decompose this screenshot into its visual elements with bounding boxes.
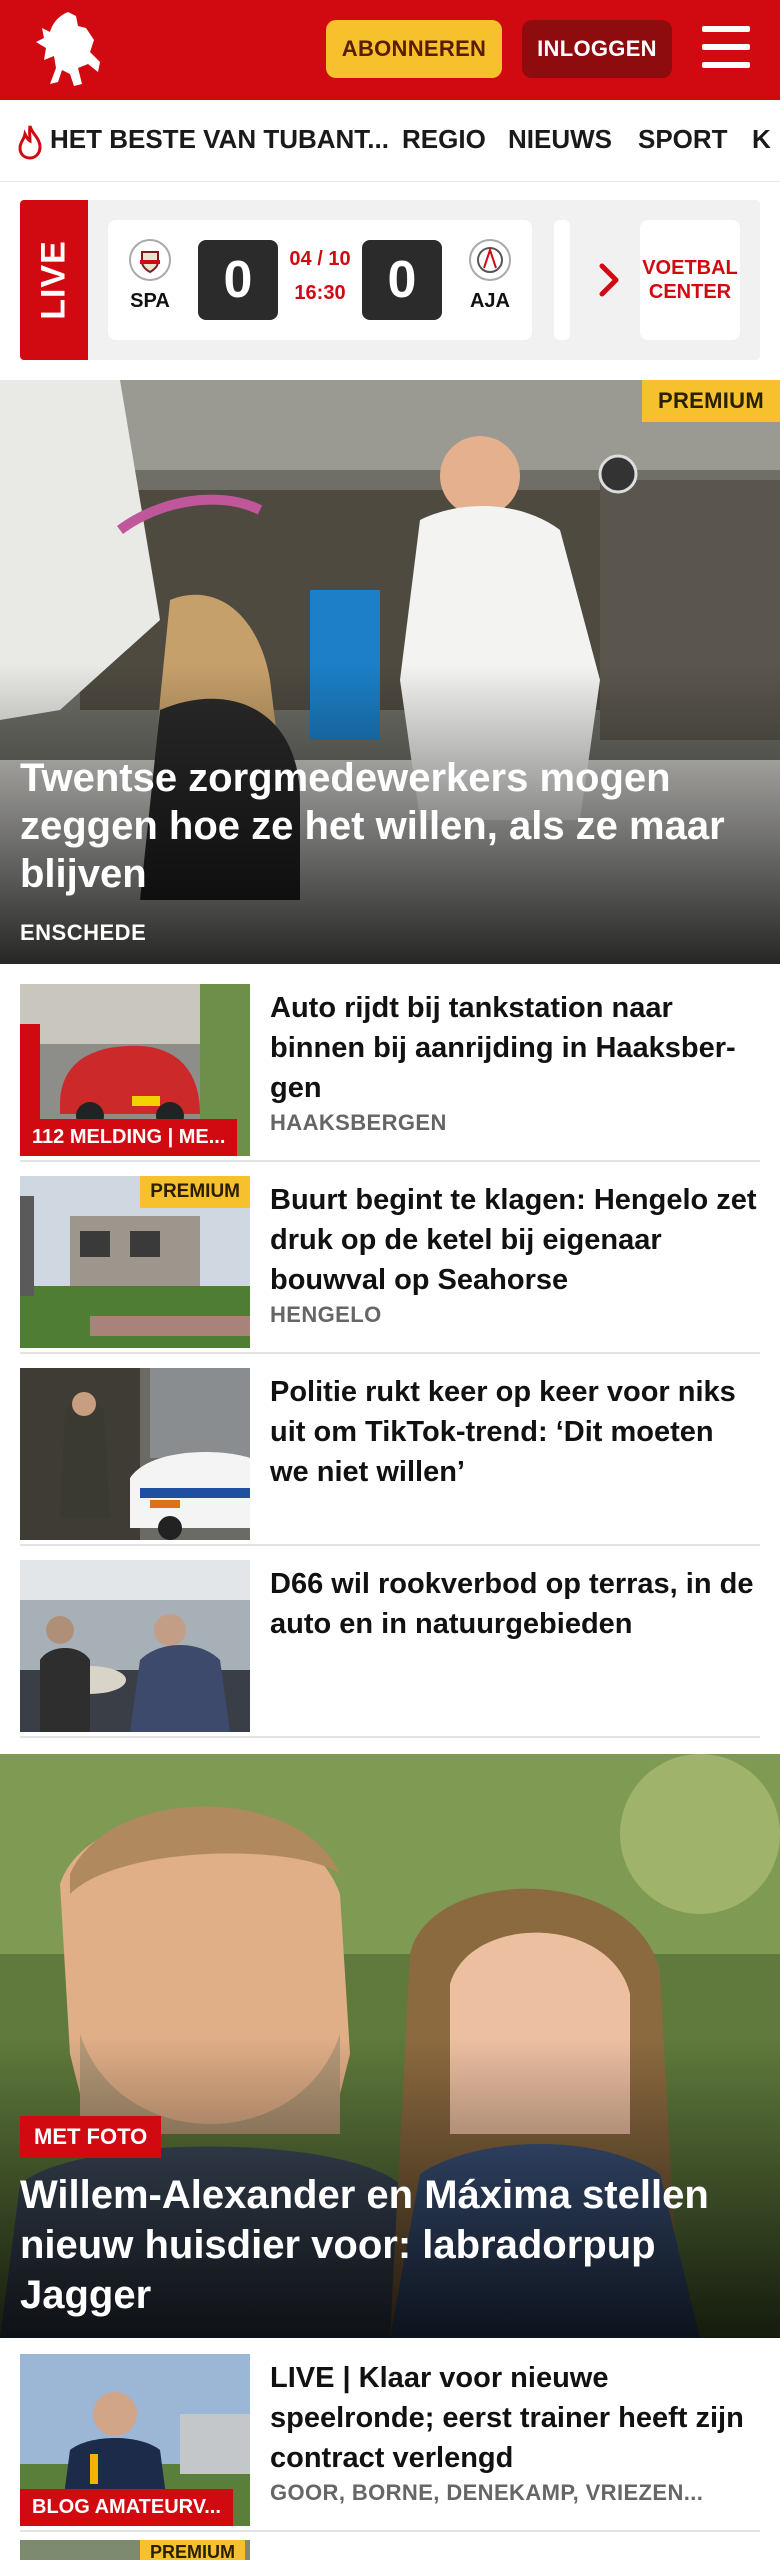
match-date: 04 / 10 (289, 248, 351, 270)
voetbal-center-link[interactable]: VOETBAL CENTER (640, 220, 740, 340)
hero-location: ENSCHEDE (20, 920, 147, 945)
category-label: 112 MELDING | ME... (20, 1119, 238, 1156)
club-badge-icon (468, 238, 512, 282)
article-thumbnail (20, 1560, 250, 1732)
nav-item-more[interactable]: K (752, 124, 771, 155)
away-score: 0 (362, 240, 442, 320)
article-thumbnail (20, 1368, 250, 1540)
nav-item-best-of[interactable]: HET BESTE VAN TUBANT... (50, 124, 389, 155)
photo-feature-article[interactable]: MET FOTO Willem-Alexander en Máxima stel… (0, 1754, 780, 2338)
article-title[interactable]: Auto rijdt bij tankstation naar binnen b… (270, 988, 760, 1108)
article-title[interactable]: Buurt begint te klagen: Hengelo zet druk… (270, 1180, 760, 1300)
premium-badge: PREMIUM (140, 2540, 245, 2560)
nav-item-regio[interactable]: REGIO (402, 124, 486, 155)
chevron-right-icon[interactable] (590, 250, 630, 310)
live-scores-bar: LIVE SPA 0 04 / 10 16:30 0 AJA VOETBAL CE… (20, 200, 760, 360)
article-title[interactable]: Politie rukt keer op keer voor niks uit … (270, 1372, 760, 1492)
tubantia-horse-logo[interactable] (28, 8, 108, 92)
category-label: BLOG AMATEURV... (20, 2489, 233, 2526)
match-card[interactable]: SPA 0 04 / 10 16:30 0 AJA (108, 220, 532, 340)
home-club-name: SPA (130, 290, 170, 312)
nav-item-nieuws[interactable]: NIEUWS (508, 124, 612, 155)
flame-icon (18, 125, 42, 160)
article-title[interactable]: LIVE | Klaar voor nieuwe speelronde; eer… (270, 2358, 760, 2478)
feature-title[interactable]: Willem-Alexander en Máxima stellen nieuw… (20, 2170, 760, 2320)
home-club: SPA (120, 238, 180, 313)
article-location: HAAKSBERGEN (270, 1110, 447, 1135)
article-location: HENGELO (270, 1302, 382, 1327)
section-nav: HET BESTE VAN TUBANT... REGIO NIEUWS SPO… (0, 100, 780, 182)
premium-badge: PREMIUM (642, 380, 780, 422)
article-item[interactable]: PREMIUM Buurt begint te klagen: Hengelo … (20, 1176, 760, 1354)
article-thumbnail: BLOG AMATEURV... (20, 2354, 250, 2526)
match-time: 16:30 (294, 282, 346, 304)
login-button[interactable]: INLOGGEN (522, 20, 672, 78)
premium-badge: PREMIUM (140, 1176, 250, 1208)
article-thumbnail: 112 MELDING | ME... (20, 984, 250, 1156)
home-score: 0 (198, 240, 278, 320)
hamburger-menu-icon[interactable] (698, 24, 754, 76)
article-item[interactable]: BLOG AMATEURV... LIVE | Klaar voor nieuw… (20, 2354, 760, 2532)
away-club: AJA (460, 238, 520, 313)
next-article-peek[interactable]: PREMIUM (20, 2540, 760, 2560)
met-foto-tag: MET FOTO (20, 2116, 162, 2158)
away-club-name: AJA (469, 290, 510, 312)
article-item[interactable]: Politie rukt keer op keer voor niks uit … (20, 1368, 760, 1546)
article-title[interactable]: D66 wil rookverbod op terras, in de auto… (270, 1564, 760, 1644)
article-thumbnail: PREMIUM (20, 1176, 250, 1348)
live-tag: LIVE (20, 200, 88, 360)
hero-title[interactable]: Twentse zorgmedewerkers mogen zeggen hoe… (20, 754, 760, 898)
site-header: ABONNEREN INLOGGEN (0, 0, 780, 100)
subscribe-button[interactable]: ABONNEREN (326, 20, 502, 78)
nav-item-sport[interactable]: SPORT (638, 124, 728, 155)
article-item[interactable]: 112 MELDING | ME... Auto rijdt bij tanks… (20, 984, 760, 1162)
article-item[interactable]: D66 wil rookverbod op terras, in de auto… (20, 1560, 760, 1738)
club-badge-icon (128, 238, 172, 282)
hero-article[interactable]: PREMIUM Twentse zorgmedewerkers mogen ze… (0, 380, 780, 964)
article-location: GOOR, BORNE, DENEKAMP, VRIEZEN... (270, 2480, 704, 2505)
card-separator (554, 220, 570, 340)
